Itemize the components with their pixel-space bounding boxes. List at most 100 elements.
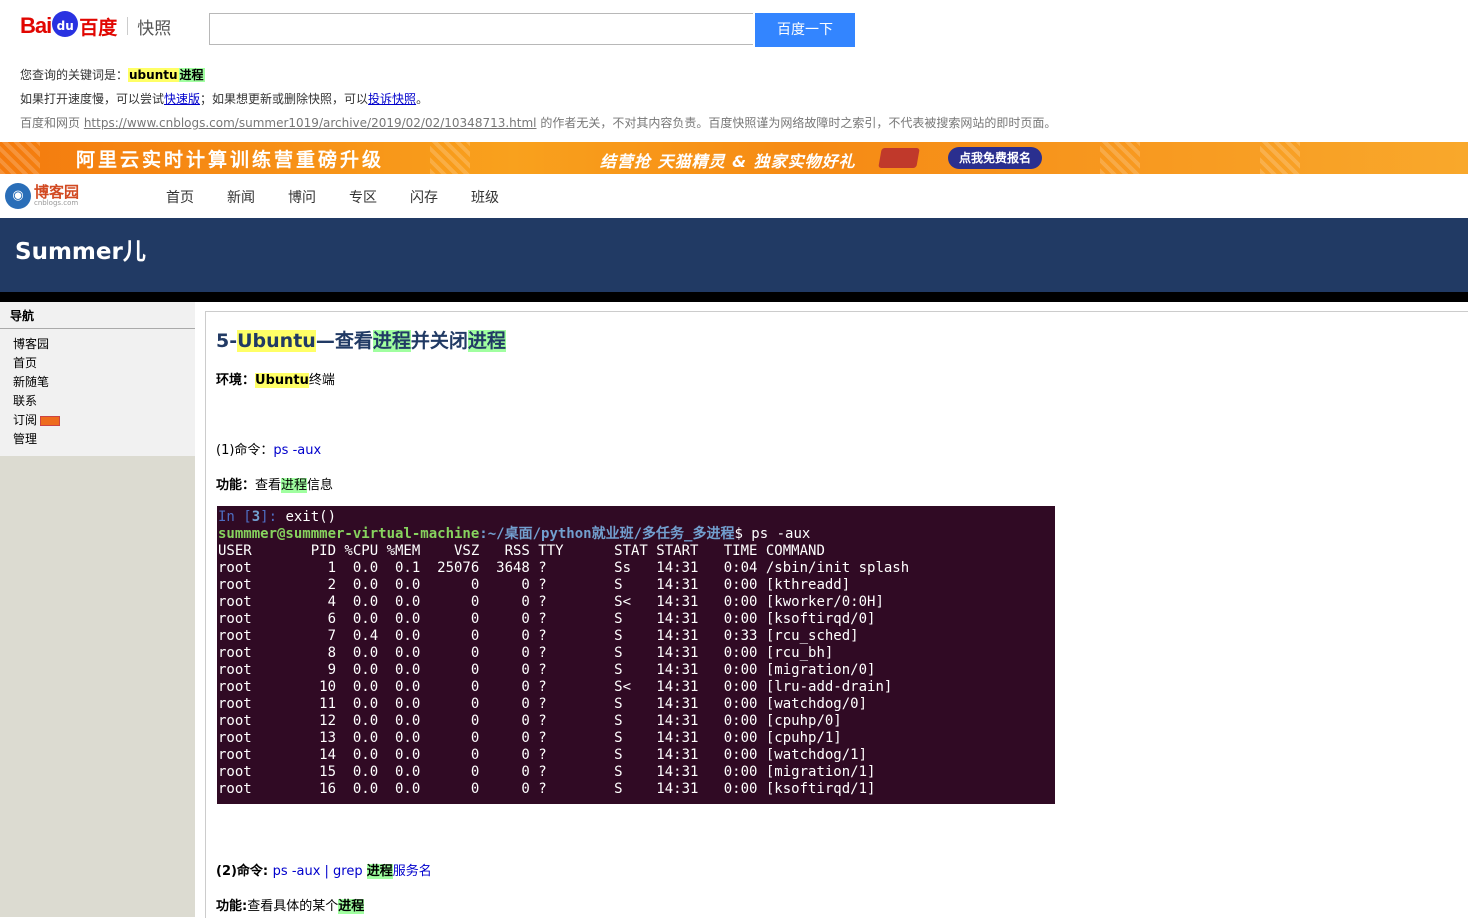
ad-banner[interactable]: 阿里云实时计算训练营重磅升级 结营抢 天猫精灵 & 独家实物好礼 点我免费报名 bbox=[0, 142, 1468, 174]
terminal-row: root 14 0.0 0.0 0 0 ? S 14:31 0:00 [watc… bbox=[218, 747, 868, 763]
terminal-row: root 12 0.0 0.0 0 0 ? S 14:31 0:00 [cpuh… bbox=[218, 713, 842, 729]
ad-decoration bbox=[1100, 142, 1140, 174]
complain-snapshot-link[interactable]: 投诉快照 bbox=[368, 92, 416, 106]
disclaimer-text-2: 的作者无关，不对其内容负责。百度快照谨为网络故障时之索引，不代表被搜索网站的即时… bbox=[536, 116, 1057, 130]
terminal-row: root 13 0.0 0.0 0 0 ? S 14:31 0:00 [cpuh… bbox=[218, 730, 842, 746]
nav-item-class[interactable]: 班级 bbox=[471, 187, 499, 207]
cmd1-line: (1)命令：ps -aux bbox=[216, 439, 321, 458]
post-title-prefix: 5- bbox=[216, 330, 238, 352]
terminal-in-cmd: exit() bbox=[285, 509, 337, 525]
baidu-snapshot-header: Bai du 百度 快照 百度一下 bbox=[0, 0, 1468, 60]
terminal-row: root 2 0.0 0.0 0 0 ? S 14:31 0:00 [kthre… bbox=[218, 577, 851, 593]
post-title-kw-process-2: 进程 bbox=[467, 330, 506, 352]
terminal-row: root 16 0.0 0.0 0 0 ? S 14:31 0:00 [ksof… bbox=[218, 781, 876, 797]
ad-product-icon bbox=[878, 148, 920, 168]
terminal-row: root 6 0.0 0.0 0 0 ? S 14:31 0:00 [ksoft… bbox=[218, 611, 876, 627]
cnblogs-logo[interactable]: ◉ 博客园 cnblogs.com bbox=[5, 183, 79, 209]
env-label: 环境： bbox=[216, 373, 256, 388]
sidebar-item-cnblogs[interactable]: 博客园 bbox=[0, 334, 195, 353]
nav-item-zone[interactable]: 专区 bbox=[349, 187, 377, 207]
cmd2-rest: 服务名 bbox=[392, 864, 432, 879]
cmd2-kw: 进程 bbox=[366, 864, 393, 879]
cmd2-label: (2)命令: bbox=[216, 864, 273, 879]
post-title-mid-2: 并关闭 bbox=[410, 330, 468, 352]
xml-feed-icon[interactable] bbox=[40, 415, 61, 426]
baidu-paw-icon: du bbox=[52, 11, 79, 37]
func1-line: 功能：查看进程信息 bbox=[216, 474, 333, 493]
nav-item-qa[interactable]: 博问 bbox=[288, 187, 316, 207]
func1-b: 信息 bbox=[307, 478, 334, 493]
sidebar: 导航 博客园 首页 新随笔 联系 订阅 管理 bbox=[0, 302, 195, 917]
nav-item-home[interactable]: 首页 bbox=[166, 187, 194, 207]
cmd1-value: ps -aux bbox=[273, 443, 322, 458]
keyword-line: 您查询的关键词是：ubuntu 进程 bbox=[20, 66, 205, 83]
baidu-logo-cn: 百度 bbox=[79, 16, 118, 39]
disclaimer-line: 百度和网页 https://www.cnblogs.com/summer1019… bbox=[20, 114, 1056, 131]
post-title-kw-ubuntu: Ubuntu bbox=[237, 330, 316, 352]
terminal-in-prompt: In [ bbox=[218, 509, 252, 525]
disclaimer-text-1: 百度和网页 bbox=[20, 116, 84, 130]
func2-label: 功能: bbox=[216, 899, 248, 914]
keyword-highlight-1: ubuntu bbox=[128, 68, 179, 82]
terminal-screenshot: In [3]: exit() summmer@summmer-virtual-m… bbox=[217, 506, 1055, 804]
ad-decoration bbox=[1260, 142, 1300, 174]
sidebar-item-manage[interactable]: 管理 bbox=[0, 429, 195, 448]
func2-line: 功能:查看具体的某个进程 bbox=[216, 895, 365, 914]
func1-kw: 进程 bbox=[281, 478, 308, 493]
sidebar-item-subscribe-label: 订阅 bbox=[13, 413, 38, 427]
terminal-user: summmer@summmer-virtual-machine bbox=[218, 526, 480, 542]
sidebar-item-home[interactable]: 首页 bbox=[0, 353, 195, 372]
env-line: 环境：Ubuntu终端 bbox=[216, 369, 335, 388]
terminal-row: root 9 0.0 0.0 0 0 ? S 14:31 0:00 [migra… bbox=[218, 662, 876, 678]
func2-kw: 进程 bbox=[338, 899, 365, 914]
terminal-path: :~/桌面/python就业班/多任务_多进程 bbox=[479, 526, 735, 542]
terminal-row: root 1 0.0 0.1 25076 3648 ? Ss 14:31 0:0… bbox=[218, 560, 910, 576]
env-rest: 终端 bbox=[308, 373, 335, 388]
snapshot-label: 快照 bbox=[137, 18, 172, 39]
ad-cta-button[interactable]: 点我免费报名 bbox=[948, 147, 1042, 169]
fast-version-link[interactable]: 快速版 bbox=[164, 92, 200, 106]
sidebar-item-subscribe[interactable]: 订阅 bbox=[0, 410, 195, 429]
func2-a: 查看具体的某个 bbox=[247, 899, 339, 914]
post-content: 5-Ubuntu—查看进程并关闭进程 环境：Ubuntu终端 (1)命令：ps … bbox=[205, 311, 1468, 918]
tip-text-3: 。 bbox=[416, 92, 429, 106]
nav-item-flash[interactable]: 闪存 bbox=[410, 187, 438, 207]
ad-promo: 结营抢 天猫精灵 & 独家实物好礼 bbox=[600, 152, 856, 171]
terminal-prompt-line: summmer@summmer-virtual-machine:~/桌面/pyt… bbox=[217, 526, 1055, 543]
header-divider bbox=[0, 292, 1468, 302]
post-title[interactable]: 5-Ubuntu—查看进程并关闭进程 bbox=[216, 326, 506, 353]
cnblogs-logo-sub: cnblogs.com bbox=[34, 199, 79, 207]
terminal-in-close: ]: bbox=[260, 509, 286, 525]
tip-text-2: ；如果想更新或删除快照，可以 bbox=[200, 92, 369, 106]
rss-icon: ◉ bbox=[5, 183, 31, 209]
tip-line: 如果打开速度慢，可以尝试快速版；如果想更新或删除快照，可以投诉快照。 bbox=[20, 90, 428, 107]
terminal-in-num: 3 bbox=[251, 509, 261, 525]
blog-header: Summer儿 bbox=[0, 218, 1468, 292]
baidu-logo-bai: Bai bbox=[20, 13, 52, 38]
cmd2-value: ps -aux | grep bbox=[272, 864, 367, 879]
source-url-link[interactable]: https://www.cnblogs.com/summer1019/archi… bbox=[84, 116, 537, 130]
func1-a: 查看 bbox=[255, 478, 282, 493]
keyword-highlight-2: 进程 bbox=[178, 68, 205, 82]
search-button[interactable]: 百度一下 bbox=[755, 13, 855, 47]
search-input[interactable] bbox=[209, 13, 753, 45]
cnblogs-nav: ◉ 博客园 cnblogs.com 首页 新闻 博问 专区 闪存 班级 bbox=[0, 174, 1468, 218]
func1-label: 功能： bbox=[216, 478, 256, 493]
keyword-label: 您查询的关键词是： bbox=[20, 68, 129, 82]
terminal-cmd: $ ps -aux bbox=[734, 526, 811, 542]
nav-item-news[interactable]: 新闻 bbox=[227, 187, 255, 207]
terminal-row: root 7 0.4 0.0 0 0 ? S 14:31 0:33 [rcu_s… bbox=[218, 628, 859, 644]
cmd1-label: (1)命令： bbox=[216, 443, 274, 458]
sidebar-item-contact[interactable]: 联系 bbox=[0, 391, 195, 410]
baidu-logo[interactable]: Bai du 百度 快照 bbox=[20, 8, 171, 44]
cmd2-line: (2)命令: ps -aux | grep 进程服务名 bbox=[216, 860, 432, 879]
blog-title[interactable]: Summer儿 bbox=[15, 232, 146, 266]
ad-headline: 阿里云实时计算训练营重磅升级 bbox=[76, 149, 385, 171]
terminal-row: root 4 0.0 0.0 0 0 ? S< 14:31 0:00 [kwor… bbox=[218, 594, 884, 610]
terminal-row: root 15 0.0 0.0 0 0 ? S 14:31 0:00 [migr… bbox=[218, 764, 876, 780]
ad-decoration bbox=[430, 142, 470, 174]
sidebar-item-new-post[interactable]: 新随笔 bbox=[0, 372, 195, 391]
env-kw: Ubuntu bbox=[255, 373, 309, 388]
post-title-mid-1: —查看 bbox=[315, 330, 373, 352]
logo-divider bbox=[127, 17, 129, 35]
